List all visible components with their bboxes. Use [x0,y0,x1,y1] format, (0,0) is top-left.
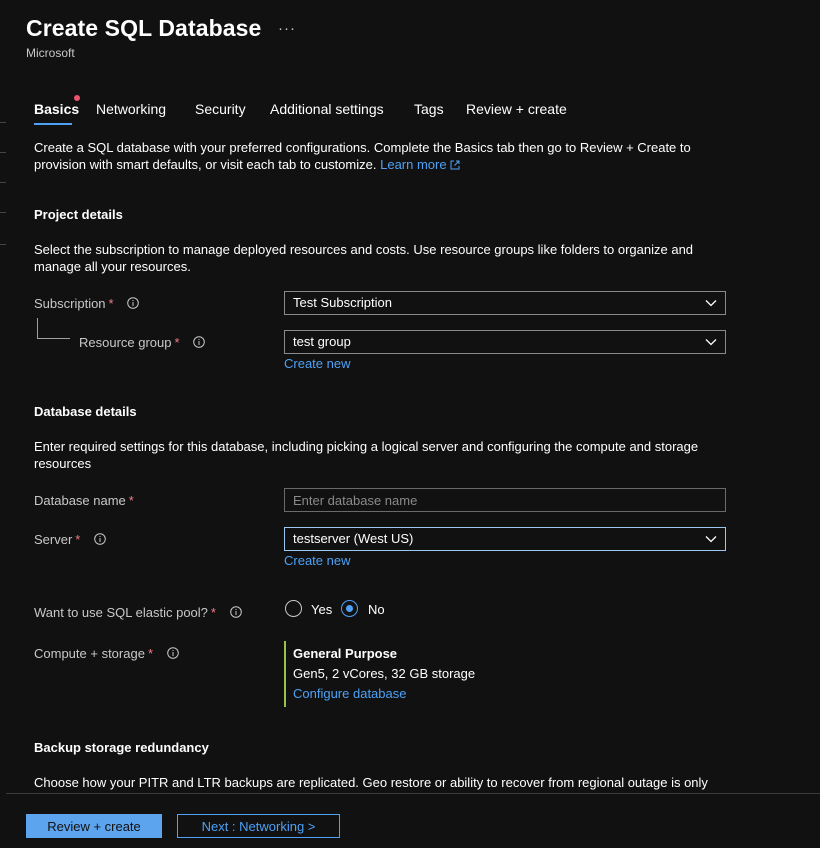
elastic-pool-yes-radio[interactable] [285,600,302,617]
server-value: testserver (West US) [293,531,414,546]
footer-divider [6,793,820,794]
required-marker: * [174,335,180,350]
tab-basics[interactable]: Basics [34,101,79,117]
server-label-text: Server [34,532,73,547]
subscription-value: Test Subscription [293,295,392,310]
tab-review-create[interactable]: Review + create [466,101,567,117]
database-name-label-text: Database name [34,493,126,508]
compute-storage-label: Compute + storage * [34,646,179,661]
required-marker: * [128,493,134,508]
tree-connector [37,338,70,339]
learn-more-label: Learn more [380,157,447,172]
database-details-description: Enter required settings for this databas… [34,439,699,471]
tab-security[interactable]: Security [195,101,246,117]
required-marker: * [75,532,81,547]
tab-tags[interactable]: Tags [414,101,444,117]
more-options-icon[interactable]: ··· [278,20,296,37]
subscription-dropdown[interactable]: Test Subscription [284,291,726,315]
next-networking-button[interactable]: Next : Networking > [177,814,340,838]
tab-additional-settings[interactable]: Additional settings [270,101,384,117]
subscription-label-text: Subscription [34,296,106,311]
server-label: Server * [34,532,106,547]
resource-group-dropdown[interactable]: test group [284,330,726,354]
database-details-heading: Database details [34,404,137,419]
external-link-icon [450,160,460,170]
info-icon[interactable] [229,606,242,618]
resource-group-label: Resource group * [79,335,205,350]
info-icon[interactable] [166,647,179,659]
info-icon[interactable] [94,533,106,545]
elastic-pool-no-radio[interactable] [341,600,358,617]
left-edge-divider [0,182,6,183]
compute-storage-label-text: Compute + storage [34,646,145,661]
tab-networking[interactable]: Networking [96,101,166,117]
compute-details: Gen5, 2 vCores, 32 GB storage [293,666,476,681]
database-name-label: Database name * [34,493,134,508]
subscription-label: Subscription * [34,296,140,311]
compute-tier: General Purpose [293,646,398,661]
info-icon[interactable] [193,336,205,348]
backup-heading: Backup storage redundancy [34,740,209,755]
learn-more-link[interactable]: Learn more [380,157,460,172]
resource-group-label-text: Resource group [79,335,172,350]
required-marker: * [147,646,153,661]
elastic-pool-yes-label: Yes [311,602,333,617]
review-create-button[interactable]: Review + create [26,814,162,838]
chevron-down-icon [705,536,717,543]
info-icon[interactable] [127,297,140,309]
left-edge-divider [0,212,6,213]
intro-text: Create a SQL database with your preferre… [34,139,724,173]
project-details-description: Select the subscription to manage deploy… [34,242,694,274]
page-title: Create SQL Database [26,15,262,41]
compute-accent-bar [284,641,286,707]
left-edge-divider [0,122,6,123]
intro-description: Create a SQL database with your preferre… [34,140,691,172]
project-details-heading: Project details [34,207,123,222]
active-tab-indicator [34,123,72,125]
chevron-down-icon [705,339,717,346]
database-name-input[interactable] [284,488,726,512]
resource-group-value: test group [293,334,351,349]
chevron-down-icon [705,300,717,307]
tree-connector [37,318,38,339]
configure-database-link[interactable]: Configure database [293,686,406,701]
create-new-resource-group-link[interactable]: Create new [284,356,350,371]
required-marker: * [108,296,114,311]
left-edge-divider [0,152,6,153]
create-new-server-link[interactable]: Create new [284,553,350,568]
tab-error-dot [74,95,80,101]
publisher-label: Microsoft [26,46,75,60]
backup-description: Choose how your PITR and LTR backups are… [34,775,708,790]
required-marker: * [210,605,216,620]
server-dropdown[interactable]: testserver (West US) [284,527,726,551]
left-edge-divider [0,244,6,245]
elastic-pool-label: Want to use SQL elastic pool? * [34,605,242,620]
elastic-pool-label-text: Want to use SQL elastic pool? [34,605,208,620]
elastic-pool-no-label: No [368,602,385,617]
